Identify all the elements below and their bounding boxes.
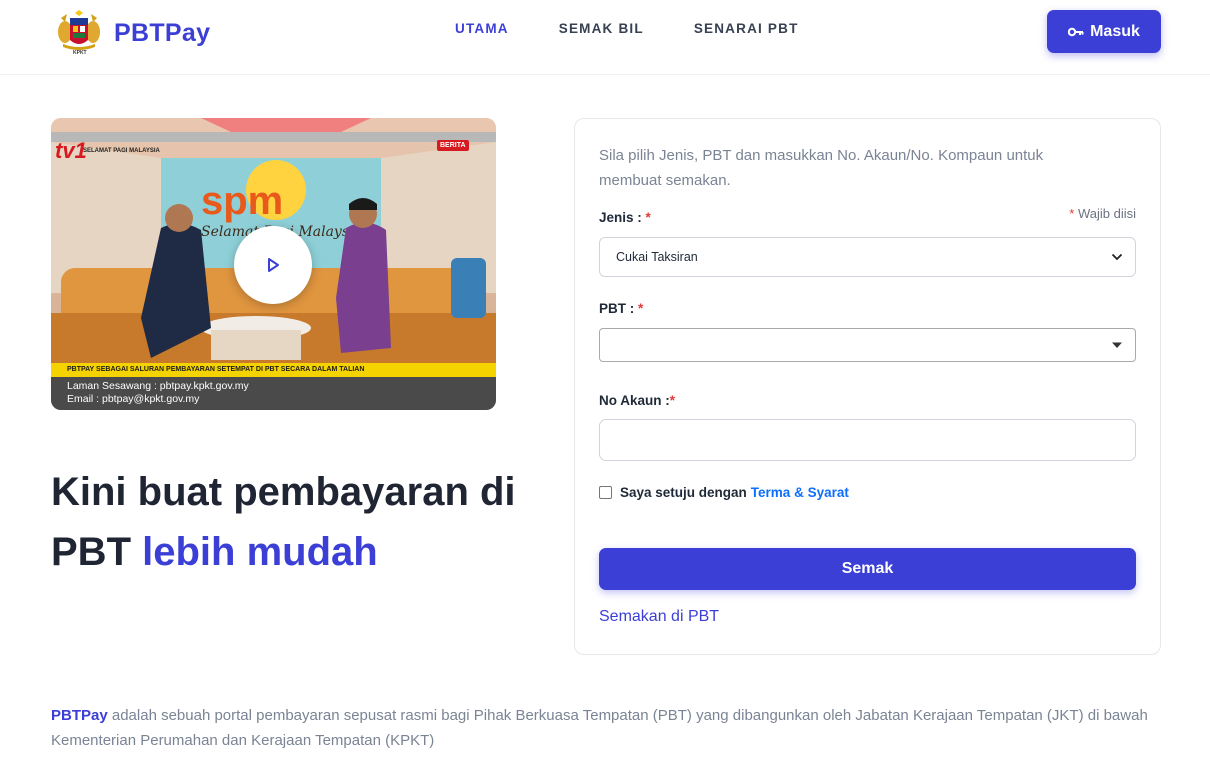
semakan-pbt-link[interactable]: Semakan di PBT xyxy=(599,608,719,626)
agree-checkbox[interactable] xyxy=(599,486,612,499)
required-note-text: Wajib diisi xyxy=(1077,206,1136,221)
akaun-label-text: No Akaun : xyxy=(599,393,670,408)
channel-tagline: SELAMAT PAGI MALAYSIA xyxy=(83,148,160,154)
svg-text:spm: spm xyxy=(201,179,283,223)
akaun-label: No Akaun :* xyxy=(599,393,676,408)
main-nav: UTAMA SEMAK BIL SENARAI PBT xyxy=(455,21,849,36)
key-icon xyxy=(1068,27,1084,36)
caret-down-icon xyxy=(1112,342,1122,348)
about-text: PBTPay adalah sebuah portal pembayaran s… xyxy=(51,703,1161,753)
pbt-select[interactable] xyxy=(599,328,1136,362)
hero-title: Kini buat pembayaran di PBT lebih mudah xyxy=(51,462,521,582)
nav-semak-bil[interactable]: SEMAK BIL xyxy=(559,21,644,36)
check-bill-form: Sila pilih Jenis, PBT dan masukkan No. A… xyxy=(574,118,1161,655)
hero-line-1: Kini buat pembayaran di xyxy=(51,470,516,514)
video-ticker: PBTPAY SEBAGAI SALURAN PEMBAYARAN SETEMP… xyxy=(51,363,496,377)
about-brand: PBTPay xyxy=(51,707,108,724)
site-header: PBTPay KPKT UTAMA SEMAK BIL SENARAI PBT … xyxy=(0,0,1210,75)
play-icon xyxy=(268,258,279,272)
hero-line-2: PBT lebih mudah xyxy=(51,522,521,582)
jenis-label: Jenis : * xyxy=(599,210,651,225)
news-badge: BERITA xyxy=(437,140,469,151)
agree-row: Saya setuju dengan Terma & Syarat xyxy=(599,485,849,500)
pbt-label: PBT : * xyxy=(599,301,644,316)
caption-website: Laman Sesawang : pbtpay.kpkt.gov.my xyxy=(67,380,249,392)
nav-utama[interactable]: UTAMA xyxy=(455,21,509,36)
pbt-label-text: PBT : xyxy=(599,301,635,316)
jenis-select[interactable]: Cukai Taksiran xyxy=(599,237,1136,277)
login-button[interactable]: Masuk xyxy=(1047,10,1161,53)
semak-button[interactable]: Semak xyxy=(599,548,1136,590)
akaun-input[interactable] xyxy=(599,419,1136,461)
jenis-select-value: Cukai Taksiran xyxy=(616,250,698,264)
about-body: adalah sebuah portal pembayaran sepusat … xyxy=(51,707,1148,749)
login-label: Masuk xyxy=(1090,22,1140,40)
brand-name: PBTPay xyxy=(114,18,211,47)
jenis-label-text: Jenis : xyxy=(599,210,642,225)
hero-line-2-accent: lebih mudah xyxy=(142,530,378,574)
form-intro: Sila pilih Jenis, PBT dan masukkan No. A… xyxy=(599,147,1044,189)
nav-senarai-pbt[interactable]: SENARAI PBT xyxy=(694,21,799,36)
play-button[interactable] xyxy=(234,226,312,304)
video-caption: Laman Sesawang : pbtpay.kpkt.gov.my Emai… xyxy=(51,377,496,410)
caption-email: Email : pbtpay@kpkt.gov.my xyxy=(67,393,200,405)
required-note: * Wajib diisi xyxy=(1069,206,1136,221)
terms-link[interactable]: Terma & Syarat xyxy=(751,485,849,500)
chevron-down-icon xyxy=(1111,253,1123,261)
hero-line-2-plain: PBT xyxy=(51,530,143,574)
crest-caption: KPKT xyxy=(73,50,87,56)
agree-text: Saya setuju dengan xyxy=(620,485,747,500)
